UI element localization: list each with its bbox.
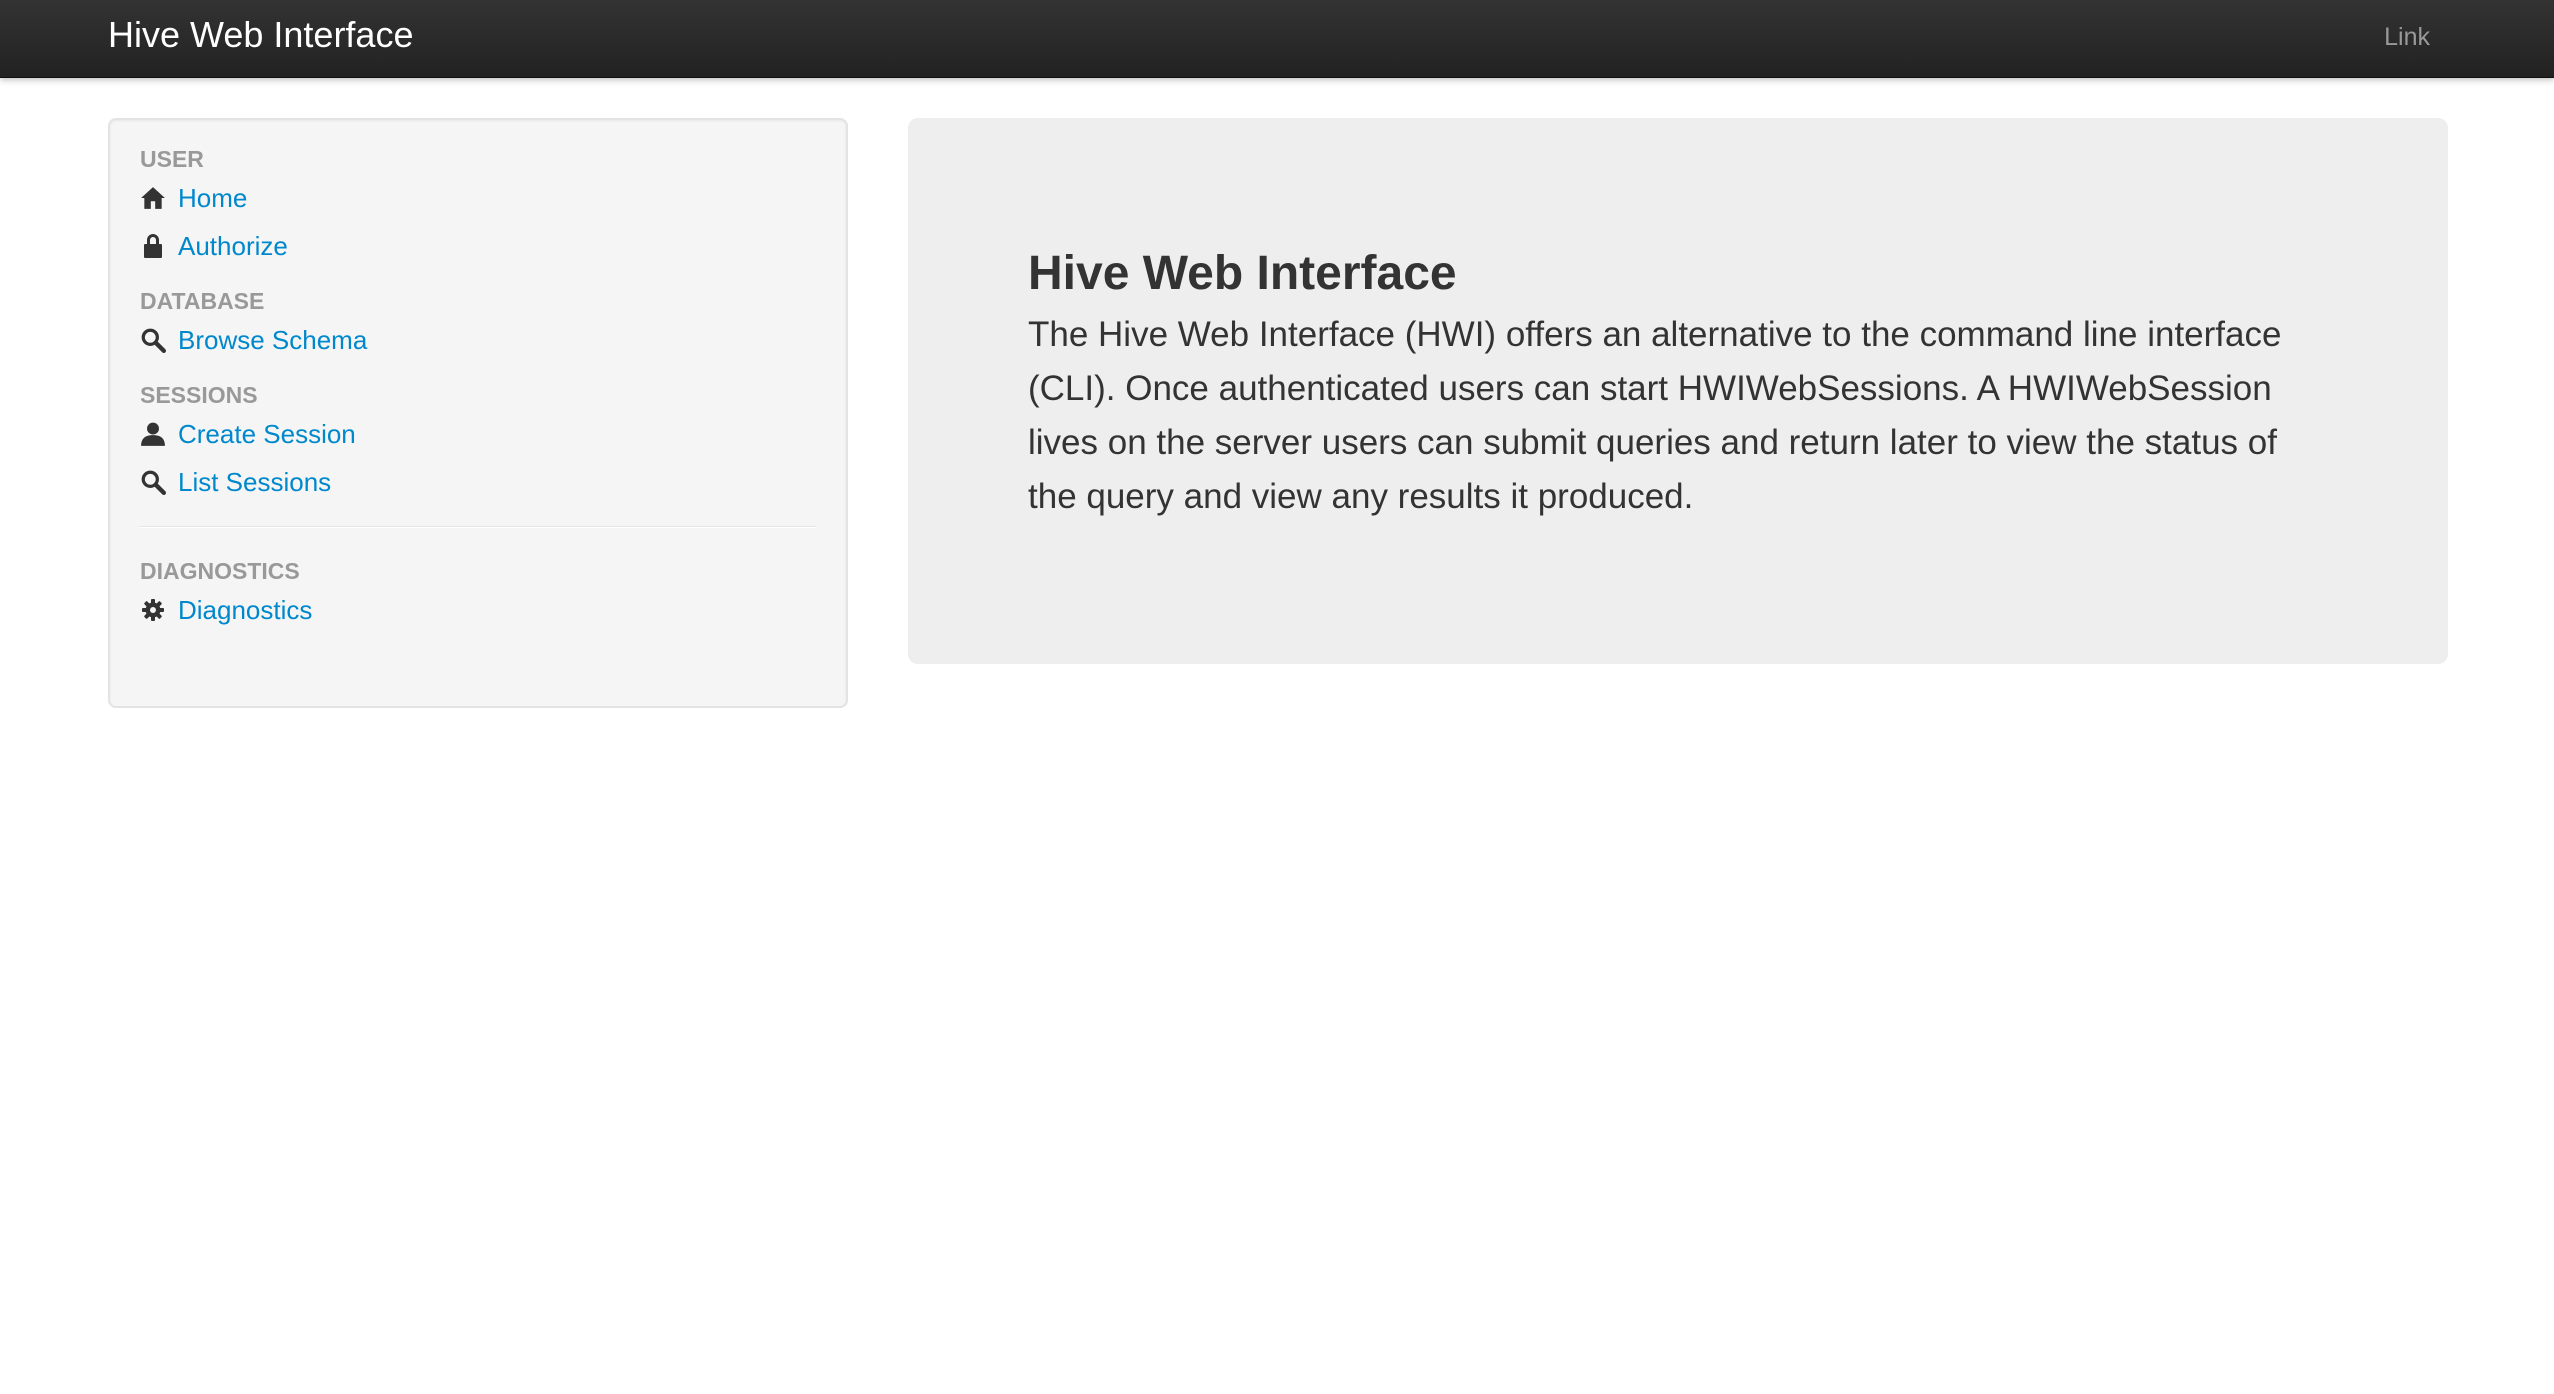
top-navbar: Hive Web Interface Link <box>0 0 2554 78</box>
nav-header-user: USER <box>140 146 204 172</box>
search-icon <box>140 327 166 353</box>
sidebar-item-authorize[interactable]: Authorize <box>140 222 816 270</box>
sidebar-item-label: Diagnostics <box>178 595 313 625</box>
sidebar-item-list-sessions[interactable]: List Sessions <box>140 458 816 506</box>
hero-unit: Hive Web Interface The Hive Web Interfac… <box>908 118 2448 664</box>
sidebar-divider <box>140 526 816 528</box>
search-icon <box>140 469 166 495</box>
home-icon <box>140 185 166 211</box>
sidebar-item-label: List Sessions <box>178 467 332 497</box>
cog-icon <box>140 597 166 623</box>
nav-header-diagnostics: DIAGNOSTICS <box>140 558 300 584</box>
sidebar-item-label: Authorize <box>178 231 288 261</box>
nav-header-sessions: SESSIONS <box>140 382 258 408</box>
user-icon <box>140 421 166 447</box>
hero-description: The Hive Web Interface (HWI) offers an a… <box>1028 315 2282 516</box>
sidebar-item-label: Home <box>178 183 248 213</box>
sidebar-item-label: Browse Schema <box>178 325 368 355</box>
sidebar-item-create-session[interactable]: Create Session <box>140 410 816 458</box>
sidebar-item-browse-schema[interactable]: Browse Schema <box>140 316 816 364</box>
sidebar-item-home[interactable]: Home <box>140 174 816 222</box>
sidebar-item-diagnostics[interactable]: Diagnostics <box>140 586 816 634</box>
brand-link[interactable]: Hive Web Interface <box>108 14 413 56</box>
hero-title: Hive Web Interface <box>1028 247 1457 300</box>
nav-header-database: DATABASE <box>140 288 265 314</box>
sidebar-item-label: Create Session <box>178 419 356 449</box>
lock-icon <box>140 233 166 259</box>
sidebar-nav: USER Home Authorize DATABASE Browse Sche… <box>108 118 848 708</box>
nav-link[interactable]: Link <box>2384 22 2430 52</box>
